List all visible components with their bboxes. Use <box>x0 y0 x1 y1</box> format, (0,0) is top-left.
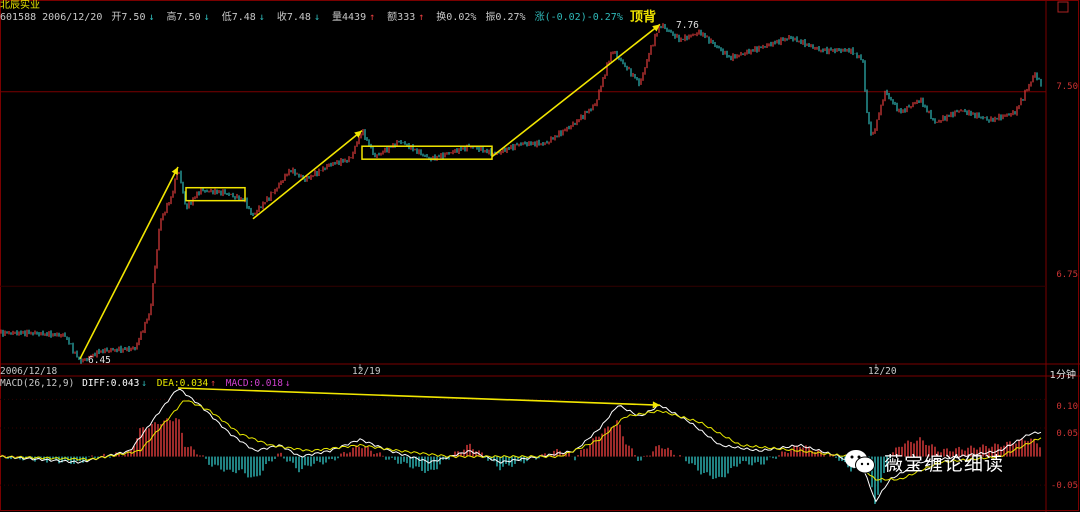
quote-turnover: 换0.02% <box>436 12 477 23</box>
trend-arrow-line <box>79 166 179 360</box>
watermark: 薇宝缠论细读 <box>844 448 1004 476</box>
macd-diff: DIFF:0.043 ↓ <box>82 378 148 389</box>
trend-arrow-line <box>491 23 661 158</box>
price-tick-750: 7.50 <box>1056 82 1078 92</box>
quote-amplitude: 振0.27% <box>485 12 526 23</box>
quote-line: 601588 2006/12/20 开7.50 ↓ 高7.50 ↓ 低7.48 ↓ 收… <box>0 12 626 24</box>
grid-lines <box>0 0 1080 512</box>
macd-name: MACD(26,12,9) <box>0 378 75 389</box>
macd-dea: DEA:0.034 ↑ <box>156 378 216 389</box>
macd-tick-neg005: -0.05 <box>1050 481 1078 491</box>
period-selector[interactable]: 1分钟 <box>1050 366 1076 381</box>
diff-line <box>0 388 1042 503</box>
macd-tick-005: 0.05 <box>1056 429 1078 439</box>
quote-low: 低7.48 ↓ <box>221 12 265 23</box>
x-label-day2: 12/19 <box>352 366 381 377</box>
code-date: 601588 2006/12/20 <box>0 12 103 23</box>
trend-arrow-line <box>252 130 363 220</box>
quote-open: 开7.50 ↓ <box>111 12 155 23</box>
outer-frame <box>0 0 1079 511</box>
watermark-text: 薇宝缠论细读 <box>884 452 1005 475</box>
x-label-day1: 2006/12/18 <box>0 366 58 377</box>
stock-name: 北辰实业 <box>0 0 40 11</box>
quote-header: 北辰实业 601588 2006/12/20 开7.50 ↓ 高7.50 ↓ 低7.… <box>0 0 1046 26</box>
quote-high: 高7.50 ↓ <box>166 12 210 23</box>
price-tick-675: 6.75 <box>1056 270 1078 280</box>
trend-arrow-line <box>177 387 661 406</box>
macd-tick-010: 0.10 <box>1056 402 1078 412</box>
x-label-day3: 12/20 <box>868 366 897 377</box>
quote-change: 涨(-0.02)-0.27% <box>534 12 623 23</box>
quote-amount: 额333 ↑ <box>387 12 425 23</box>
top-divergence-label: 顶背 <box>630 10 657 25</box>
price-bars <box>0 23 1042 364</box>
macd-value: MACD:0.018 ↓ <box>225 378 291 389</box>
highlight-boxes <box>185 145 493 202</box>
quote-volume: 量4439 ↑ <box>332 12 376 23</box>
price-low-label: 6.45 <box>88 355 111 366</box>
trend-arrows <box>79 23 661 409</box>
wechat-icon <box>845 450 875 474</box>
macd-header: MACD(26,12,9) DIFF:0.043 ↓ DEA:0.034 ↑ MAC… <box>0 378 295 389</box>
scroll-handle[interactable] <box>1057 1 1069 13</box>
quote-close: 收7.48 ↓ <box>276 12 320 23</box>
price-high-label: 7.76 <box>676 20 699 31</box>
chart-canvas <box>0 0 1080 512</box>
